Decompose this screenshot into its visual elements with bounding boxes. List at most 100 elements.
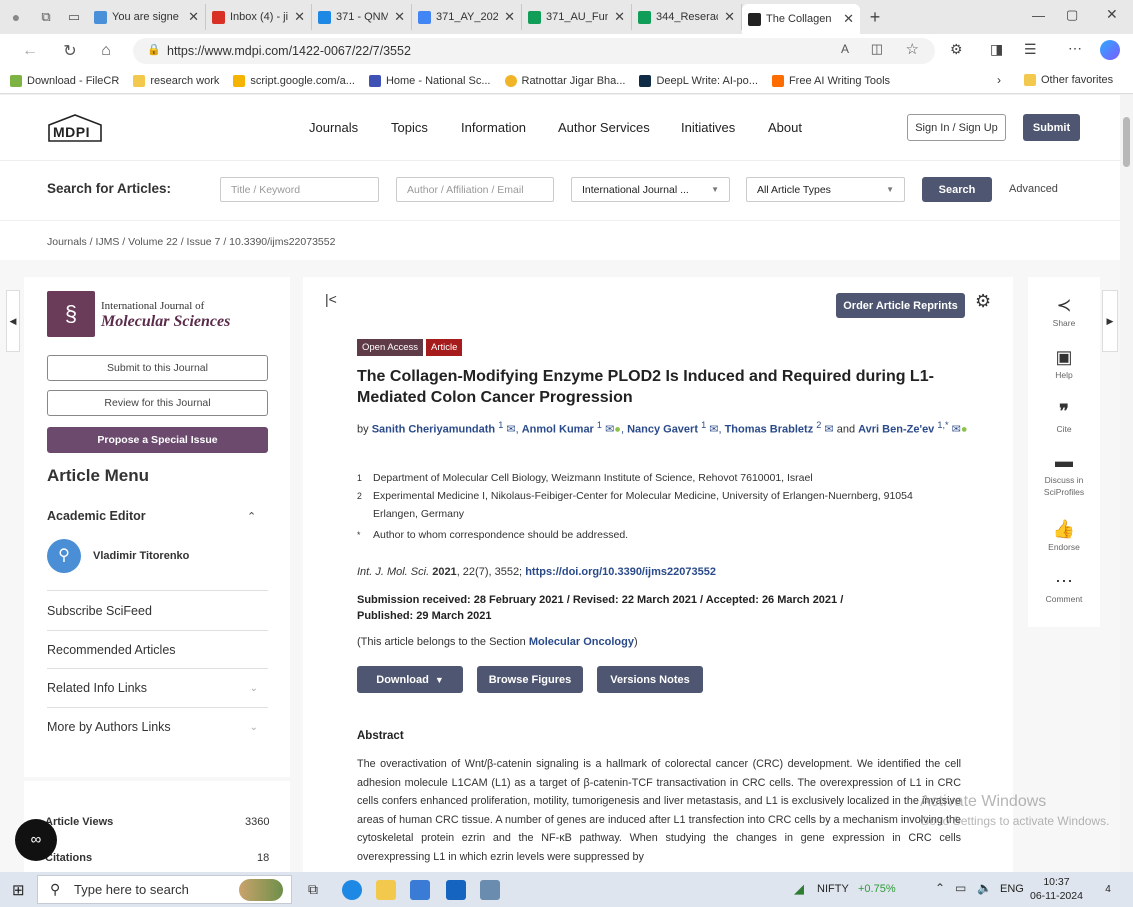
clock[interactable]: 10:37 06-11-2024 (1030, 875, 1083, 903)
settings-gear-icon[interactable]: ⚙ (975, 291, 991, 312)
left-panel-toggle[interactable]: ◀ (6, 290, 20, 352)
home-icon[interactable]: ⌂ (94, 42, 118, 60)
nav-information[interactable]: Information (461, 120, 526, 135)
copilot-icon[interactable] (1100, 40, 1120, 60)
email-icon[interactable]: ✉ (605, 424, 614, 436)
subscribe-scifeed-link[interactable]: Subscribe SciFeed (47, 590, 268, 630)
bookmark-5[interactable]: Ratnottar Jigar Bha... (504, 74, 625, 87)
close-icon[interactable]: ✕ (843, 11, 854, 27)
nav-journals[interactable]: Journals (309, 120, 358, 135)
bookmark-1[interactable]: Download - FileCR (10, 74, 119, 87)
author-link[interactable]: Nancy Gavert (627, 424, 698, 436)
tab-actions-icon[interactable]: ▭ (60, 9, 88, 25)
read-aloud-icon[interactable]: A (841, 42, 849, 56)
comment-tool[interactable]: ⋯ Comment (1028, 571, 1100, 604)
profile-icon[interactable]: ● (0, 9, 32, 25)
close-icon[interactable]: ✕ (504, 9, 515, 25)
close-icon[interactable]: ✕ (614, 9, 625, 25)
search-button[interactable]: Search (922, 177, 992, 202)
scrollbar-thumb[interactable] (1123, 117, 1130, 167)
editor-name[interactable]: Vladimir Titorenko (93, 550, 189, 562)
favorites-icon[interactable]: ☰ (1024, 41, 1037, 58)
author-link[interactable]: Sanith Cheriyamundath (372, 424, 495, 436)
collapse-left-icon[interactable]: |< (325, 291, 337, 307)
mdpi-logo[interactable]: MDPI (46, 113, 104, 143)
orcid-icon[interactable]: ● (614, 424, 621, 436)
stock-name[interactable]: NIFTY (817, 883, 849, 895)
tab-2[interactable]: Inbox (4) - jig ✕ (206, 4, 312, 30)
signin-button[interactable]: Sign In / Sign Up (907, 114, 1006, 141)
discuss-tool[interactable]: ▬ Discuss in SciProfiles (1028, 451, 1100, 498)
download-button[interactable]: Download ▼ (357, 666, 463, 693)
bookmarks-overflow-icon[interactable]: › (997, 73, 1001, 87)
breadcrumb-volume[interactable]: Volume 22 (128, 236, 178, 248)
doi-link[interactable]: https://doi.org/10.3390/ijms22073552 (525, 566, 716, 578)
related-info-links[interactable]: Related Info Links ⌄ (47, 668, 268, 707)
email-icon[interactable]: ✉ (709, 424, 718, 436)
file-explorer-icon[interactable] (376, 880, 396, 900)
taskbar-search-input[interactable]: ⚲ Type here to search (37, 875, 292, 904)
advanced-search-link[interactable]: Advanced (1009, 183, 1058, 195)
recommended-articles-link[interactable]: Recommended Articles (47, 630, 268, 668)
extensions-icon[interactable]: ⚙ (950, 41, 963, 58)
restore-icon[interactable]: ▢ (1066, 7, 1078, 23)
more-by-authors-links[interactable]: More by Authors Links ⌄ (47, 707, 268, 746)
author-link[interactable]: Anmol Kumar (522, 424, 594, 436)
minimize-icon[interactable]: — (1032, 8, 1045, 23)
email-icon[interactable]: ✉ (952, 424, 961, 436)
bookmark-3[interactable]: script.google.com/a... (233, 74, 355, 87)
sidebar-toggle-icon[interactable]: ◨ (990, 41, 1003, 58)
tab-6[interactable]: 344_Reserach ✕ (632, 4, 742, 30)
nav-about[interactable]: About (768, 120, 802, 135)
journal-select[interactable]: International Journal ... ▼ (571, 177, 730, 202)
tab-1[interactable]: You are signe ✕ (88, 4, 206, 30)
nav-initiatives[interactable]: Initiatives (681, 120, 735, 135)
more-menu-icon[interactable]: ⋯ (1068, 40, 1082, 57)
close-icon[interactable]: ✕ (188, 9, 199, 25)
title-keyword-input[interactable]: Title / Keyword (220, 177, 379, 202)
journal-logo[interactable]: § International Journal of Molecular Sci… (47, 291, 277, 341)
close-icon[interactable]: ✕ (294, 9, 305, 25)
propose-special-issue-button[interactable]: Propose a Special Issue (47, 427, 268, 453)
share-tool[interactable]: ≺ Share (1028, 295, 1100, 328)
workspaces-icon[interactable]: ⧉ (32, 9, 60, 25)
windows-start-icon[interactable]: ⊞ (12, 881, 25, 899)
refresh-icon[interactable]: ↻ (58, 41, 82, 61)
right-panel-toggle[interactable]: ▶ (1102, 290, 1118, 352)
author-affiliation-input[interactable]: Author / Affiliation / Email (396, 177, 554, 202)
section-link[interactable]: Molecular Oncology (529, 636, 634, 648)
cite-tool[interactable]: ❞ Cite (1028, 401, 1100, 434)
help-tool[interactable]: ▣ Help (1028, 347, 1100, 380)
tab-4[interactable]: 371_AY_2022 ✕ (412, 4, 522, 30)
browse-figures-button[interactable]: Browse Figures (477, 666, 583, 693)
store-icon[interactable] (410, 880, 430, 900)
chat-fab-button[interactable]: ∞ (15, 819, 57, 861)
nav-topics[interactable]: Topics (391, 120, 428, 135)
bookmark-2[interactable]: research work (133, 74, 219, 87)
endorse-tool[interactable]: 👍 Endorse (1028, 519, 1100, 552)
url-bar[interactable]: 🔒 https://www.mdpi.com/1422-0067/22/7/35… (133, 38, 935, 64)
back-icon[interactable]: ← (18, 42, 42, 60)
favorite-star-icon[interactable]: ☆ (906, 40, 919, 58)
bookmark-6[interactable]: DeepL Write: AI-po... (639, 74, 758, 87)
bookmark-7[interactable]: Free AI Writing Tools (771, 74, 890, 87)
window-close-icon[interactable]: ✕ (1106, 6, 1118, 23)
other-favorites[interactable]: Other favorites (1024, 74, 1113, 86)
notifications-button[interactable]: 4 (1098, 880, 1118, 900)
orcid-icon[interactable]: ● (961, 424, 968, 436)
close-icon[interactable]: ✕ (724, 9, 735, 25)
author-link[interactable]: Avri Ben-Ze'ev (858, 424, 934, 436)
chevron-up-icon[interactable]: ⌃ (247, 510, 256, 523)
stock-chart-icon[interactable]: ◢ (794, 881, 804, 897)
app-icon[interactable] (480, 880, 500, 900)
new-tab-button[interactable]: + (860, 7, 890, 28)
task-view-icon[interactable]: ⧉ (308, 881, 318, 898)
nav-author-services[interactable]: Author Services (558, 120, 650, 135)
split-screen-icon[interactable]: ◫ (871, 41, 883, 57)
language-indicator[interactable]: ENG (1000, 883, 1024, 895)
breadcrumb-issue[interactable]: Issue 7 (187, 236, 221, 248)
submit-button[interactable]: Submit (1023, 114, 1080, 141)
review-for-journal-button[interactable]: Review for this Journal (47, 390, 268, 416)
close-icon[interactable]: ✕ (394, 9, 405, 25)
volume-icon[interactable]: 🔈 (977, 881, 992, 895)
